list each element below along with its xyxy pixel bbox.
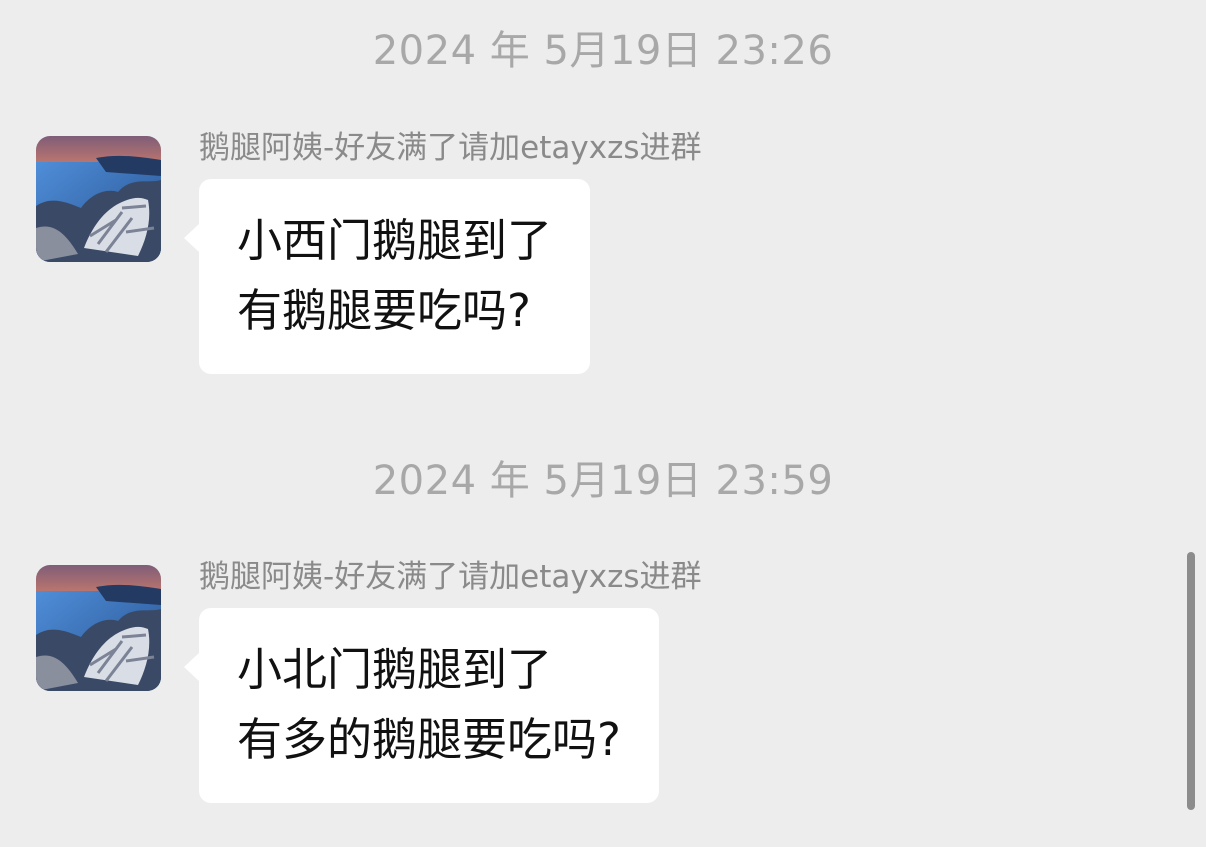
sender-avatar[interactable] <box>36 565 161 691</box>
message-text-line: 小北门鹅腿到了 <box>237 643 553 696</box>
landscape-avatar-icon <box>36 136 161 262</box>
message-bubble[interactable]: 小北门鹅腿到了 有多的鹅腿要吃吗? <box>184 608 659 803</box>
message-text-line: 有鹅腿要吃吗? <box>237 284 531 337</box>
message-bubble[interactable]: 小西门鹅腿到了 有鹅腿要吃吗? <box>183 179 591 374</box>
chat-area[interactable]: 2024 年 5月19日 23:26 鹅腿阿姨-好友满了请加etayxzs进群 … <box>0 0 1206 847</box>
timestamp: 2024 年 5月19日 23:26 <box>372 28 834 74</box>
message-text-line: 小西门鹅腿到了 <box>237 214 553 267</box>
sender-name: 鹅腿阿姨-好友满了请加etayxzs进群 <box>199 559 702 595</box>
sender-name: 鹅腿阿姨-好友满了请加etayxzs进群 <box>199 130 702 166</box>
scrollbar[interactable] <box>1187 552 1195 810</box>
message-text-line: 有多的鹅腿要吃吗? <box>237 713 621 766</box>
sender-avatar[interactable] <box>36 136 161 262</box>
timestamp: 2024 年 5月19日 23:59 <box>372 458 834 504</box>
landscape-avatar-icon <box>36 565 161 691</box>
